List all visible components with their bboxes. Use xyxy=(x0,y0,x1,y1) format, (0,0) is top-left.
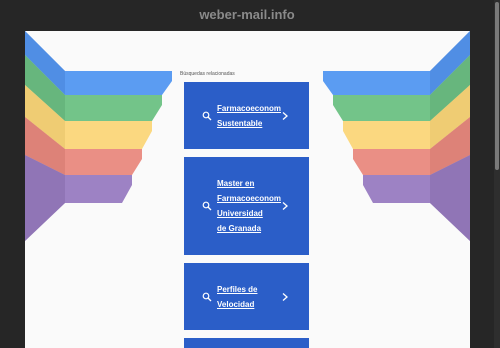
scrollbar-thumb[interactable] xyxy=(495,2,499,170)
parked-page: Búsquedas relacionadas Farmacoeconomía S… xyxy=(25,31,470,348)
related-search-text[interactable]: Master en Farmacoeconomía Universidad de… xyxy=(217,176,281,236)
search-icon xyxy=(202,111,212,120)
search-icon xyxy=(202,201,212,211)
related-search-link-2[interactable]: Master en Farmacoeconomía Universidad de… xyxy=(184,157,309,255)
search-icon xyxy=(202,292,212,301)
chevron-right-icon xyxy=(282,292,288,301)
decorative-stripes-right xyxy=(323,31,470,241)
related-search-link-3[interactable]: Perfiles de Velocidad xyxy=(184,263,309,330)
domain-title: weber-mail.info xyxy=(199,7,295,22)
related-search-link-4[interactable] xyxy=(184,338,309,348)
scrollbar[interactable] xyxy=(494,0,500,348)
decorative-stripes-left xyxy=(25,31,172,241)
chevron-right-icon xyxy=(282,111,288,120)
related-search-text[interactable]: Farmacoeconomía Sustentable xyxy=(217,101,281,131)
related-searches-label: Búsquedas relacionadas xyxy=(180,71,235,77)
chevron-right-icon xyxy=(282,202,288,210)
related-search-link-1[interactable]: Farmacoeconomía Sustentable xyxy=(184,82,309,149)
related-search-text[interactable]: Perfiles de Velocidad xyxy=(217,282,281,312)
